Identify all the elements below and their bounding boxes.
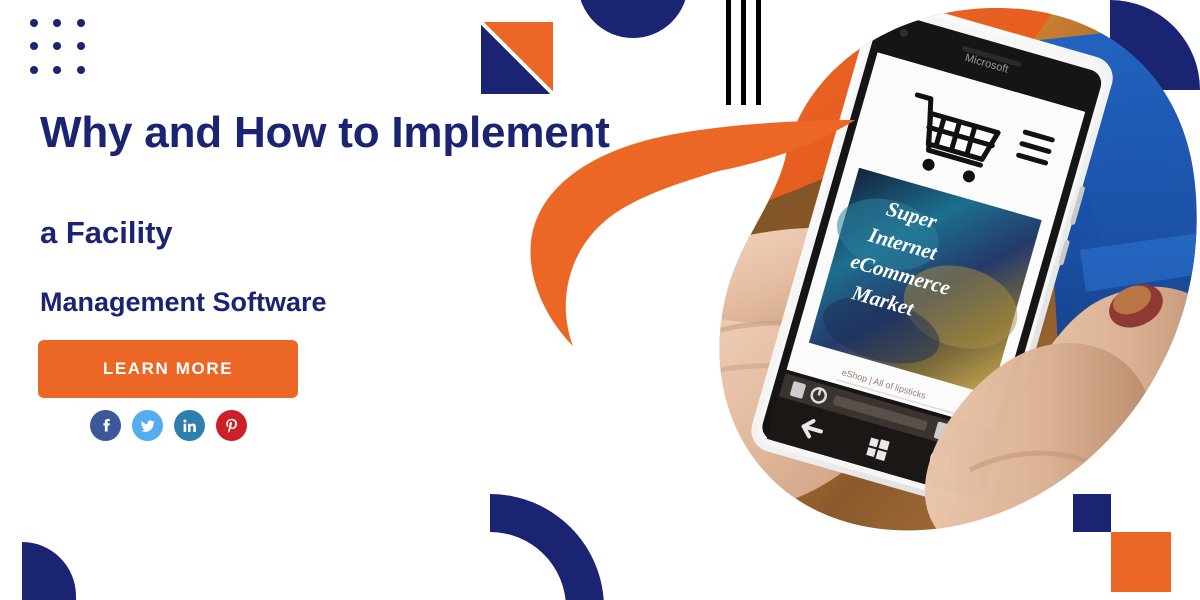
linkedin-icon[interactable]: [174, 410, 205, 441]
learn-more-button[interactable]: LEARN MORE: [38, 340, 298, 398]
headline-block: Why and How to Implement a Facility Mana…: [40, 108, 680, 318]
photo-content: Microsoft Super Internet eCommerce Marke…: [719, 7, 1197, 531]
facebook-icon[interactable]: [90, 410, 121, 441]
grid-dot: [53, 19, 62, 27]
grid-dot: [76, 19, 85, 27]
quarter-circle-bottom-left: [22, 542, 76, 600]
grid-dot: [76, 65, 85, 74]
grid-dot: [76, 42, 85, 51]
grid-dot: [30, 19, 38, 27]
grid-dot: [53, 42, 62, 51]
twitter-icon[interactable]: [132, 410, 163, 441]
headline-line-2: a Facility: [40, 215, 173, 251]
dot-grid: [30, 19, 100, 89]
social-links: [90, 410, 247, 441]
pinterest-icon[interactable]: [216, 410, 247, 441]
promo-banner: Microsoft Super Internet eCommerce Marke…: [0, 0, 1200, 600]
headline-line-3: Management Software: [40, 286, 327, 317]
grid-dot: [30, 65, 38, 74]
grid-dot: [30, 42, 38, 51]
grid-dot: [53, 65, 62, 74]
headline-line-1: Why and How to Implement: [40, 108, 610, 157]
